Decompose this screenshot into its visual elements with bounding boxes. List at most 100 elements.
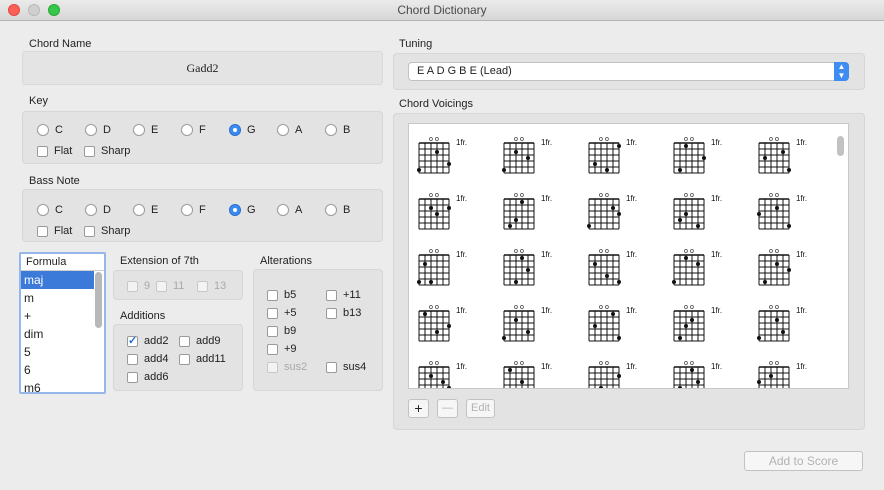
bass-sharp-checkbox[interactable]: Sharp (84, 225, 130, 237)
chord-diagram[interactable]: o o 1fr. (502, 304, 552, 342)
ext-9-checkbox[interactable]: 9 (127, 280, 150, 292)
alt-sharp9-box[interactable] (267, 343, 278, 355)
add4-box[interactable] (127, 353, 138, 365)
bass-sharp-box[interactable] (84, 225, 95, 237)
bass-radio-button[interactable] (277, 204, 289, 216)
add2-checkbox[interactable]: add2 (127, 334, 168, 347)
alt-sharp11-box[interactable] (326, 289, 337, 301)
add2-box[interactable] (127, 334, 138, 347)
chord-diagram[interactable]: o o 1fr. (758, 136, 807, 174)
chord-diagram[interactable]: o o 1fr. (417, 248, 467, 286)
bass-radio-button[interactable] (133, 204, 145, 216)
chord-diagram[interactable]: o o 1fr. (588, 248, 637, 286)
chord-diagram[interactable]: o o 1fr. (418, 192, 467, 230)
alt-sharp5-box[interactable] (267, 307, 278, 319)
chord-diagram[interactable]: o o 1fr. (673, 360, 722, 389)
bass-radio-g[interactable]: G (229, 204, 277, 216)
bass-radio-button[interactable] (181, 204, 193, 216)
add11-box[interactable] (179, 353, 190, 365)
alt-sharp5-checkbox[interactable]: +5 (267, 307, 297, 319)
alt-sharp9-checkbox[interactable]: +9 (267, 343, 297, 355)
key-radio-g[interactable]: G (229, 124, 277, 136)
key-radio-d[interactable]: D (85, 124, 133, 136)
chord-diagram[interactable]: o o 1fr. (757, 360, 807, 389)
ext-13-checkbox[interactable]: 13 (197, 280, 226, 292)
add6-box[interactable] (127, 371, 138, 383)
formula-list-item[interactable]: m (21, 289, 94, 307)
chord-diagram[interactable]: o o 1fr. (673, 304, 722, 342)
add-to-score-button[interactable]: Add to Score (744, 451, 863, 471)
chord-diagram[interactable]: o o 1fr. (418, 360, 467, 389)
alt-b13-checkbox[interactable]: b13 (326, 307, 361, 319)
tuning-popup[interactable]: E A D G B E (Lead) ▲ ▼ (408, 62, 849, 81)
add-voicing-button[interactable]: + (408, 399, 429, 418)
alt-sus2-checkbox[interactable]: sus2 (267, 361, 307, 373)
chord-diagram[interactable]: o o 1fr. (418, 304, 467, 342)
alt-sharp11-checkbox[interactable]: +11 (326, 289, 361, 301)
key-radio-button[interactable] (277, 124, 289, 136)
bass-radio-b[interactable]: B (325, 204, 373, 216)
alt-b5-checkbox[interactable]: b5 (267, 289, 296, 301)
chord-diagram[interactable]: o o 1fr. (417, 136, 467, 174)
chord-diagram[interactable]: o o 1fr. (588, 304, 637, 342)
chord-diagram[interactable]: o o 1fr. (673, 192, 722, 230)
add11-checkbox[interactable]: add11 (179, 353, 226, 365)
voicings-scrollbar[interactable] (837, 136, 844, 156)
bass-radio-d[interactable]: D (85, 204, 133, 216)
bass-radio-a[interactable]: A (277, 204, 325, 216)
formula-list-item[interactable]: + (21, 307, 94, 325)
ext-11-checkbox[interactable]: 11 (156, 280, 184, 292)
alt-b13-box[interactable] (326, 307, 337, 319)
voicings-grid[interactable]: o o 1fr. o o 1fr. o o 1fr. o o 1fr. o o 1fr. o o 1fr. o o 1f… (408, 123, 849, 389)
chord-diagram[interactable]: o o 1fr. (588, 360, 637, 389)
chord-diagram[interactable]: o o 1fr. (503, 192, 552, 230)
formula-list-item[interactable]: 6 (21, 361, 94, 379)
formula-list-item[interactable]: 5 (21, 343, 94, 361)
bass-radio-f[interactable]: F (181, 204, 229, 216)
remove-voicing-button[interactable]: — (437, 399, 458, 418)
key-radio-button[interactable] (37, 124, 49, 136)
key-radio-c[interactable]: C (37, 124, 85, 136)
alt-b5-box[interactable] (267, 289, 278, 301)
add9-checkbox[interactable]: add9 (179, 335, 220, 347)
bass-radio-e[interactable]: E (133, 204, 181, 216)
formula-list-item[interactable]: dim (21, 325, 94, 343)
key-radio-button[interactable] (325, 124, 337, 136)
chord-diagram[interactable]: o o 1fr. (757, 304, 807, 342)
key-sharp-box[interactable] (84, 145, 95, 157)
chord-diagram[interactable]: o o 1fr. (673, 136, 722, 174)
add6-checkbox[interactable]: add6 (127, 371, 168, 383)
bass-radio-button[interactable] (229, 204, 241, 216)
formula-list-item[interactable]: m6 (21, 379, 94, 392)
bass-flat-box[interactable] (37, 225, 48, 237)
formula-list[interactable]: Formula maj m + dim 5 6 m6 (19, 252, 106, 394)
bass-flat-checkbox[interactable]: Flat (37, 225, 72, 237)
key-radio-button[interactable] (133, 124, 145, 136)
key-radio-button[interactable] (229, 124, 241, 136)
chord-diagram[interactable]: o o 1fr. (502, 360, 552, 389)
key-radio-f[interactable]: F (181, 124, 229, 136)
add4-checkbox[interactable]: add4 (127, 353, 168, 365)
alt-sus4-checkbox[interactable]: sus4 (326, 361, 366, 373)
key-radio-a[interactable]: A (277, 124, 325, 136)
chord-diagram[interactable]: o o 1fr. (587, 192, 637, 230)
bass-radio-c[interactable]: C (37, 204, 85, 216)
chord-diagram[interactable]: o o 1fr. (588, 136, 637, 174)
bass-radio-button[interactable] (85, 204, 97, 216)
chord-diagram[interactable]: o o 1fr. (758, 248, 807, 286)
bass-radio-button[interactable] (37, 204, 49, 216)
formula-scrollbar[interactable] (95, 272, 102, 328)
chord-diagram[interactable]: o o 1fr. (757, 192, 807, 230)
edit-voicing-button[interactable]: Edit (466, 399, 495, 418)
key-radio-button[interactable] (181, 124, 193, 136)
key-flat-checkbox[interactable]: Flat (37, 145, 72, 157)
key-sharp-checkbox[interactable]: Sharp (84, 145, 130, 157)
alt-sus4-box[interactable] (326, 361, 337, 373)
chord-diagram[interactable]: o o 1fr. (672, 248, 722, 286)
bass-radio-button[interactable] (325, 204, 337, 216)
chord-diagram[interactable]: o o 1fr. (503, 248, 552, 286)
key-radio-e[interactable]: E (133, 124, 181, 136)
alt-b9-box[interactable] (267, 325, 278, 337)
key-flat-box[interactable] (37, 145, 48, 157)
alt-b9-checkbox[interactable]: b9 (267, 325, 296, 337)
